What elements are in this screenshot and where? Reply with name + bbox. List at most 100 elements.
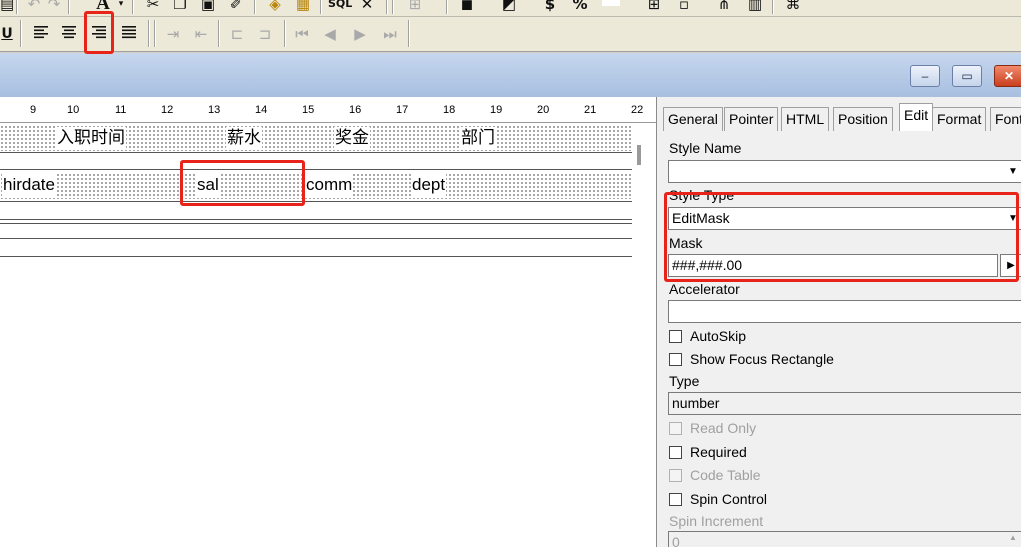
header-bonus-label[interactable]: 奖金 <box>334 127 370 149</box>
align-center-icon[interactable] <box>58 23 80 45</box>
space-vertical-icon[interactable]: ⊐ <box>254 23 276 45</box>
band-divider <box>0 201 632 202</box>
spin-up-icon: ▲ <box>1009 533 1017 542</box>
type-field: number <box>668 392 1021 415</box>
stamp-icon[interactable]: ▤ <box>0 0 14 15</box>
toolbar-separator <box>154 20 156 47</box>
minimize-button[interactable]: – <box>910 65 940 87</box>
spin-control-label: Spin Control <box>690 491 768 507</box>
ruler-mark: 12 <box>161 104 174 116</box>
chevron-down-icon[interactable]: ▼ <box>1004 161 1021 182</box>
highlight-editmask-settings <box>664 192 1019 282</box>
ruler-mark: 18 <box>443 104 456 116</box>
tag-icon[interactable]: ▦ <box>292 0 314 15</box>
percent-icon[interactable]: % <box>570 0 590 15</box>
spin-increment-value: 0 <box>672 534 680 547</box>
design-canvas[interactable]: 9 10 11 12 13 14 15 16 17 18 19 20 21 22… <box>0 97 656 547</box>
highlight-align-right <box>84 11 114 54</box>
bring-front-icon[interactable]: ◈ <box>264 0 286 15</box>
header-band[interactable]: 入职时间 薪水 奖金 部门 <box>0 125 632 151</box>
ruler-mark: 9 <box>30 104 37 116</box>
type-value: number <box>672 395 720 411</box>
copy-icon[interactable]: ❐ <box>170 0 190 15</box>
tree-icon[interactable]: ⌘ <box>782 0 804 15</box>
band-divider <box>0 238 632 239</box>
redo-icon[interactable]: ↷ <box>46 0 62 15</box>
type-label: Type <box>669 373 700 389</box>
toolbar-separator <box>20 20 22 47</box>
sql-icon[interactable]: SQL <box>328 0 352 15</box>
indent-icon[interactable]: ⇥ <box>162 23 184 45</box>
dept-field[interactable]: dept <box>411 174 447 196</box>
ruler-mark: 15 <box>302 104 315 116</box>
checkbox-box[interactable] <box>669 493 682 506</box>
tab-font[interactable]: Font <box>990 107 1021 131</box>
delete-icon[interactable]: ✕ <box>358 0 376 15</box>
chevron-down-icon[interactable]: ▾ <box>116 0 126 15</box>
tab-general[interactable]: General <box>663 107 723 131</box>
checkbox-box <box>669 422 682 435</box>
frame-icon[interactable]: ⊞ <box>402 0 428 15</box>
first-page-icon[interactable]: ⏮ <box>292 23 312 45</box>
header-hiredate-label[interactable]: 入职时间 <box>56 127 126 149</box>
align-grid-icon[interactable]: ⋔ <box>712 0 736 15</box>
accelerator-input[interactable] <box>668 300 1021 323</box>
format-toolbar: U ⇥ ⇤ ⊏ ⊐ ⏮ ◀ ▶ ⏭ <box>0 17 1021 52</box>
cut-icon[interactable]: ✂ <box>144 0 162 15</box>
checkbox-box[interactable] <box>669 353 682 366</box>
last-page-icon[interactable]: ⏭ <box>380 23 400 45</box>
ruler-mark: 22 <box>631 104 644 116</box>
checkbox-box[interactable] <box>669 446 682 459</box>
tab-format[interactable]: Format <box>932 107 987 131</box>
align-left-icon[interactable] <box>30 23 52 45</box>
autoskip-checkbox[interactable]: AutoSkip <box>669 327 746 345</box>
tab-pointer[interactable]: Pointer <box>724 107 779 131</box>
spin-control-checkbox[interactable]: Spin Control <box>669 490 767 508</box>
toolbar-separator <box>16 0 18 14</box>
outdent-icon[interactable]: ⇤ <box>190 23 212 45</box>
main-toolbar: ▤ ↶ ↷ A ▾ ✂ ❐ ▣ ✐ ◈ ▦ SQL ✕ ⊞ ◼ ◩ $ % ⊞ … <box>0 0 1021 17</box>
ruler-mark: 20 <box>537 104 550 116</box>
eraser-icon[interactable]: ✐ <box>226 0 246 15</box>
ruler-mark: 21 <box>584 104 597 116</box>
justify-icon[interactable] <box>118 23 140 45</box>
show-focus-rectangle-checkbox[interactable]: Show Focus Rectangle <box>669 350 834 368</box>
comm-field[interactable]: comm <box>305 174 354 196</box>
restore-button[interactable]: ▭ <box>952 65 982 87</box>
detail-band[interactable]: hirdate sal comm dept <box>0 173 632 199</box>
header-salary-label[interactable]: 薪水 <box>226 127 262 149</box>
next-page-icon[interactable]: ▶ <box>350 23 370 45</box>
tab-html[interactable]: HTML <box>781 107 830 131</box>
required-checkbox[interactable]: Required <box>669 443 747 461</box>
band-divider <box>0 256 632 257</box>
tab-edit[interactable]: Edit <box>899 103 934 131</box>
toolbar-separator <box>446 0 448 14</box>
scrollbar-thumb[interactable] <box>637 145 641 165</box>
toolbar-separator <box>148 20 150 47</box>
prev-page-icon[interactable]: ◀ <box>320 23 340 45</box>
header-dept-label[interactable]: 部门 <box>460 127 496 149</box>
sheet-titlebar: – ▭ ✕ <box>0 53 1021 97</box>
tab-position[interactable]: Position <box>833 107 893 131</box>
read-only-label: Read Only <box>690 420 757 436</box>
show-focus-rectangle-label: Show Focus Rectangle <box>690 351 834 367</box>
undo-icon[interactable]: ↶ <box>26 0 42 15</box>
blank-icon[interactable] <box>602 0 620 6</box>
required-label: Required <box>690 444 747 460</box>
space-horizontal-icon[interactable]: ⊏ <box>226 23 248 45</box>
checkbox-box[interactable] <box>669 330 682 343</box>
currency-icon[interactable]: $ <box>540 0 560 15</box>
table-icon[interactable]: ▥ <box>744 0 766 15</box>
fill-color-icon[interactable]: ◼ <box>456 0 478 15</box>
close-button[interactable]: ✕ <box>994 65 1021 87</box>
paste-icon[interactable]: ▣ <box>198 0 218 15</box>
tab-order-icon[interactable]: ▫ <box>676 0 692 15</box>
highlight-sal-field <box>180 160 305 206</box>
toolbar-separator <box>218 20 220 47</box>
band-divider <box>0 223 632 224</box>
border-icon[interactable]: ◩ <box>496 0 522 15</box>
style-name-select[interactable]: ▼ <box>668 160 1021 183</box>
add-column-icon[interactable]: ⊞ <box>644 0 664 15</box>
hirdate-field[interactable]: hirdate <box>2 174 56 196</box>
underline-button[interactable]: U <box>0 23 14 45</box>
